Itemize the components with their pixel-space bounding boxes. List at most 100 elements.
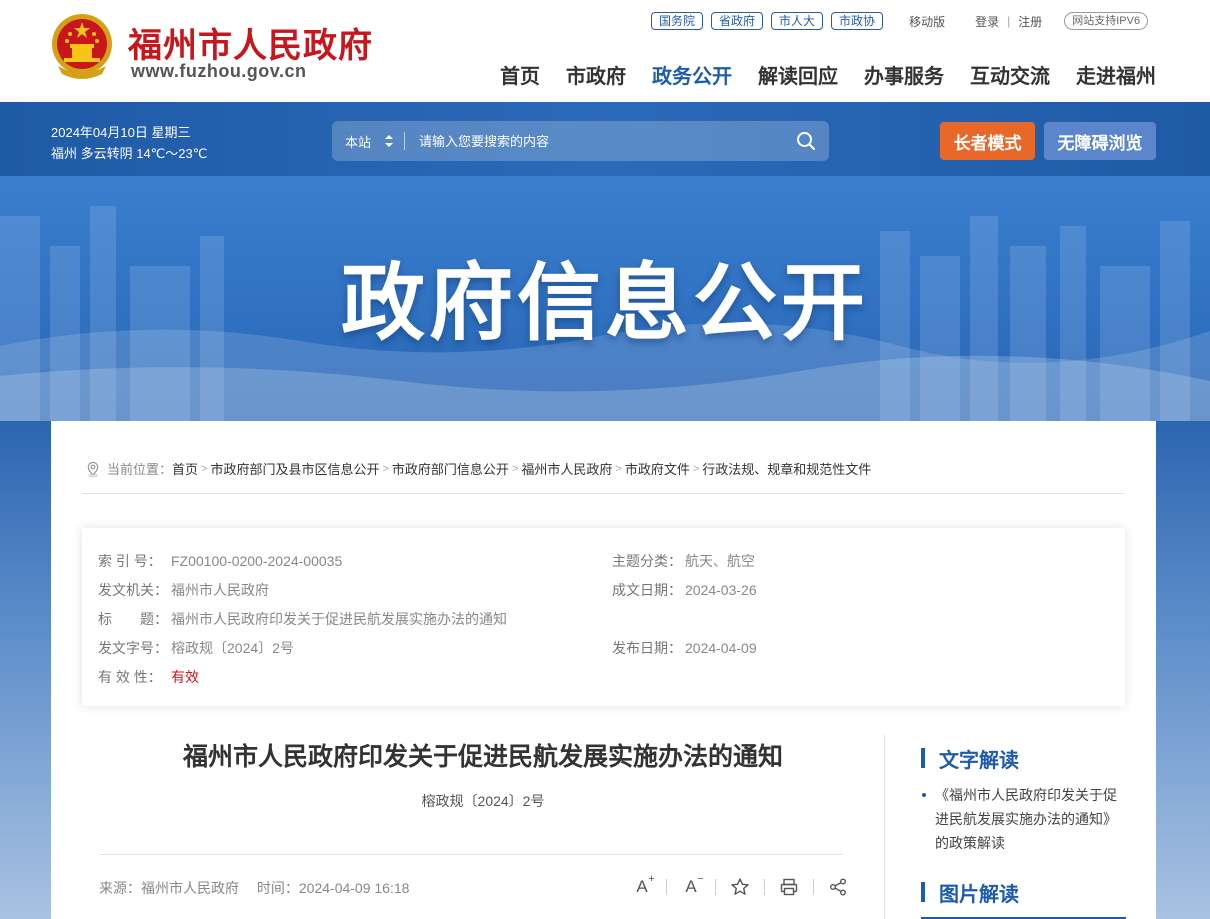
link-peoples-congress[interactable]: 市人大 — [771, 12, 824, 30]
breadcrumb-dept-info[interactable]: 市政府部门信息公开 — [392, 459, 509, 478]
date-weather: 2024年04月10日 星期三 福州 多云转阴 14℃～23℃ — [51, 122, 207, 164]
nav-interaction[interactable]: 互动交流 — [970, 60, 1050, 89]
nav-government-affairs[interactable]: 政务公开 — [652, 60, 732, 89]
meta-index-value: FZ00100-0200-2024-00035 — [171, 553, 343, 569]
search-scope-label: 本站 — [345, 134, 372, 150]
share-icon — [830, 878, 846, 896]
meta-index: 索 引 号： FZ00100-0200-2024-00035 — [98, 551, 342, 571]
mobile-version-link[interactable]: 移动版 — [909, 13, 945, 30]
font-larger-button[interactable]: A + — [630, 873, 654, 899]
meta-validity: 有 效 性： 有效 — [98, 667, 199, 687]
text-reading-title: 文字解读 — [939, 749, 1019, 772]
source-label: 来源： — [99, 880, 141, 896]
meta-validity-label: 有 效 性： — [98, 669, 162, 685]
info-bar: 2024年04月10日 星期三 福州 多云转阴 14℃～23℃ 本站 长者模式 … — [0, 102, 1210, 176]
content-card: 当前位置： 首页 > 市政府部门及县市区信息公开 > 市政府部门信息公开 > 福… — [51, 421, 1156, 919]
meta-topic: 主题分类： 航天、航空 — [612, 551, 755, 571]
meta-docno-label: 发文字号： — [98, 640, 168, 656]
article-source-time: 来源：福州市人民政府 时间：2024-04-09 16:18 — [99, 878, 409, 898]
meta-topic-label: 主题分类： — [612, 553, 682, 569]
breadcrumb-separator: > — [692, 462, 700, 475]
toolbar-divider — [813, 879, 814, 895]
breadcrumb-home[interactable]: 首页 — [172, 459, 198, 478]
image-reading-title: 图片解读 — [939, 883, 1019, 906]
link-provincial-gov[interactable]: 省政府 — [711, 12, 764, 30]
login-link[interactable]: 登录 — [975, 13, 999, 30]
toolbar-divider — [764, 879, 765, 895]
breadcrumb-city-docs[interactable]: 市政府文件 — [625, 459, 690, 478]
national-emblem-icon[interactable] — [50, 12, 114, 80]
meta-created-value: 2024-03-26 — [685, 582, 757, 598]
login-separator: | — [1007, 14, 1011, 28]
meta-validity-value: 有效 — [171, 669, 199, 685]
toolbar-divider — [715, 879, 716, 895]
breadcrumb-separator: > — [201, 462, 208, 475]
elder-mode-button[interactable]: 长者模式 — [940, 122, 1035, 160]
current-date: 2024年04月10日 星期三 — [51, 125, 191, 140]
accessible-browse-button[interactable]: 无障碍浏览 — [1044, 122, 1156, 160]
heading-accent-bar — [921, 882, 925, 902]
document-meta-box: 索 引 号： FZ00100-0200-2024-00035 主题分类： 航天、航空… — [82, 528, 1125, 706]
search-box: 本站 — [332, 121, 829, 161]
font-smaller-button[interactable]: A − — [679, 873, 704, 899]
site-name[interactable]: 福州市人民政府 — [128, 18, 373, 67]
location-pin-icon — [87, 461, 99, 477]
article-divider — [99, 854, 843, 855]
printer-icon — [780, 878, 798, 896]
print-button[interactable] — [777, 875, 801, 899]
meta-issuer-value: 福州市人民政府 — [171, 582, 269, 598]
search-icon — [797, 132, 815, 150]
search-input[interactable] — [405, 133, 783, 149]
breadcrumb-separator: > — [615, 462, 622, 475]
nav-interpretation[interactable]: 解读回应 — [758, 60, 838, 89]
breadcrumb-departments[interactable]: 市政府部门及县市区信息公开 — [210, 459, 379, 478]
favorite-button[interactable] — [728, 875, 752, 899]
site-header: 福州市人民政府 www.fuzhou.gov.cn 国务院 省政府 市人大 市政… — [0, 0, 1210, 102]
search-button[interactable] — [783, 121, 829, 161]
font-smaller-icon: A − — [685, 873, 704, 896]
up-down-arrow-icon — [385, 135, 394, 147]
site-url[interactable]: www.fuzhou.gov.cn — [131, 61, 306, 82]
breadcrumb-city-gov[interactable]: 福州市人民政府 — [521, 459, 612, 478]
bullet-icon — [922, 793, 926, 797]
meta-title-value: 福州市人民政府印发关于促进民航发展实施办法的通知 — [171, 611, 507, 627]
article-doc-number: 榕政规〔2024〕2号 — [421, 793, 545, 809]
sidebar: 文字解读 《福州市人民政府印发关于促进民航发展实施办法的通知》的政策解读 图片解… — [921, 747, 1126, 919]
time-value: 2024-04-09 16:18 — [298, 880, 410, 896]
meta-docno: 发文字号： 榕政规〔2024〕2号 — [98, 638, 294, 658]
ipv6-badge: 网站支持IPV6 — [1064, 12, 1149, 30]
nav-city-government[interactable]: 市政府 — [566, 60, 626, 89]
top-links: 国务院 省政府 市人大 市政协 移动版 登录 | 注册 网站支持IPV6 — [651, 12, 1149, 30]
link-state-council[interactable]: 国务院 — [651, 12, 704, 30]
meta-created: 成文日期： 2024-03-26 — [612, 580, 757, 600]
link-cppcc[interactable]: 市政协 — [831, 12, 884, 30]
star-icon — [731, 878, 749, 895]
register-link[interactable]: 注册 — [1018, 13, 1042, 30]
share-button[interactable] — [826, 875, 850, 899]
meta-docno-value: 榕政规〔2024〕2号 — [171, 640, 294, 656]
weather-info: 福州 多云转阴 14℃～23℃ — [51, 146, 208, 161]
nav-home[interactable]: 首页 — [500, 60, 540, 89]
heading-accent-bar — [921, 748, 925, 768]
toolbar-divider — [666, 879, 667, 895]
breadcrumb-divider — [82, 493, 1125, 494]
image-reading-heading: 图片解读 — [921, 881, 1126, 906]
search-scope-select[interactable]: 本站 — [332, 132, 405, 150]
text-reading-heading: 文字解读 — [921, 747, 1126, 772]
meta-published-value: 2024-04-09 — [685, 640, 757, 656]
nav-about-fuzhou[interactable]: 走进福州 — [1076, 60, 1156, 89]
breadcrumb-regulations[interactable]: 行政法规、规章和规范性文件 — [702, 459, 871, 478]
text-reading-link[interactable]: 《福州市人民政府印发关于促进民航发展实施办法的通知》的政策解读 — [935, 787, 1117, 851]
nav-services[interactable]: 办事服务 — [864, 60, 944, 89]
meta-issuer-label: 发文机关： — [98, 582, 168, 598]
meta-topic-value: 航天、航空 — [685, 553, 755, 569]
text-reading-item[interactable]: 《福州市人民政府印发关于促进民航发展实施办法的通知》的政策解读 — [921, 783, 1126, 855]
meta-title-label: 标 题： — [98, 611, 168, 627]
breadcrumb-prefix: 当前位置： — [107, 462, 173, 477]
meta-created-label: 成文日期： — [612, 582, 682, 598]
main-nav: 首页 市政府 政务公开 解读回应 办事服务 互动交流 走进福州 — [474, 60, 1156, 89]
meta-published: 发布日期： 2024-04-09 — [612, 638, 757, 658]
meta-title: 标 题： 福州市人民政府印发关于促进民航发展实施办法的通知 — [98, 609, 507, 629]
breadcrumb-separator: > — [511, 462, 519, 475]
breadcrumb-separator: > — [382, 462, 389, 475]
